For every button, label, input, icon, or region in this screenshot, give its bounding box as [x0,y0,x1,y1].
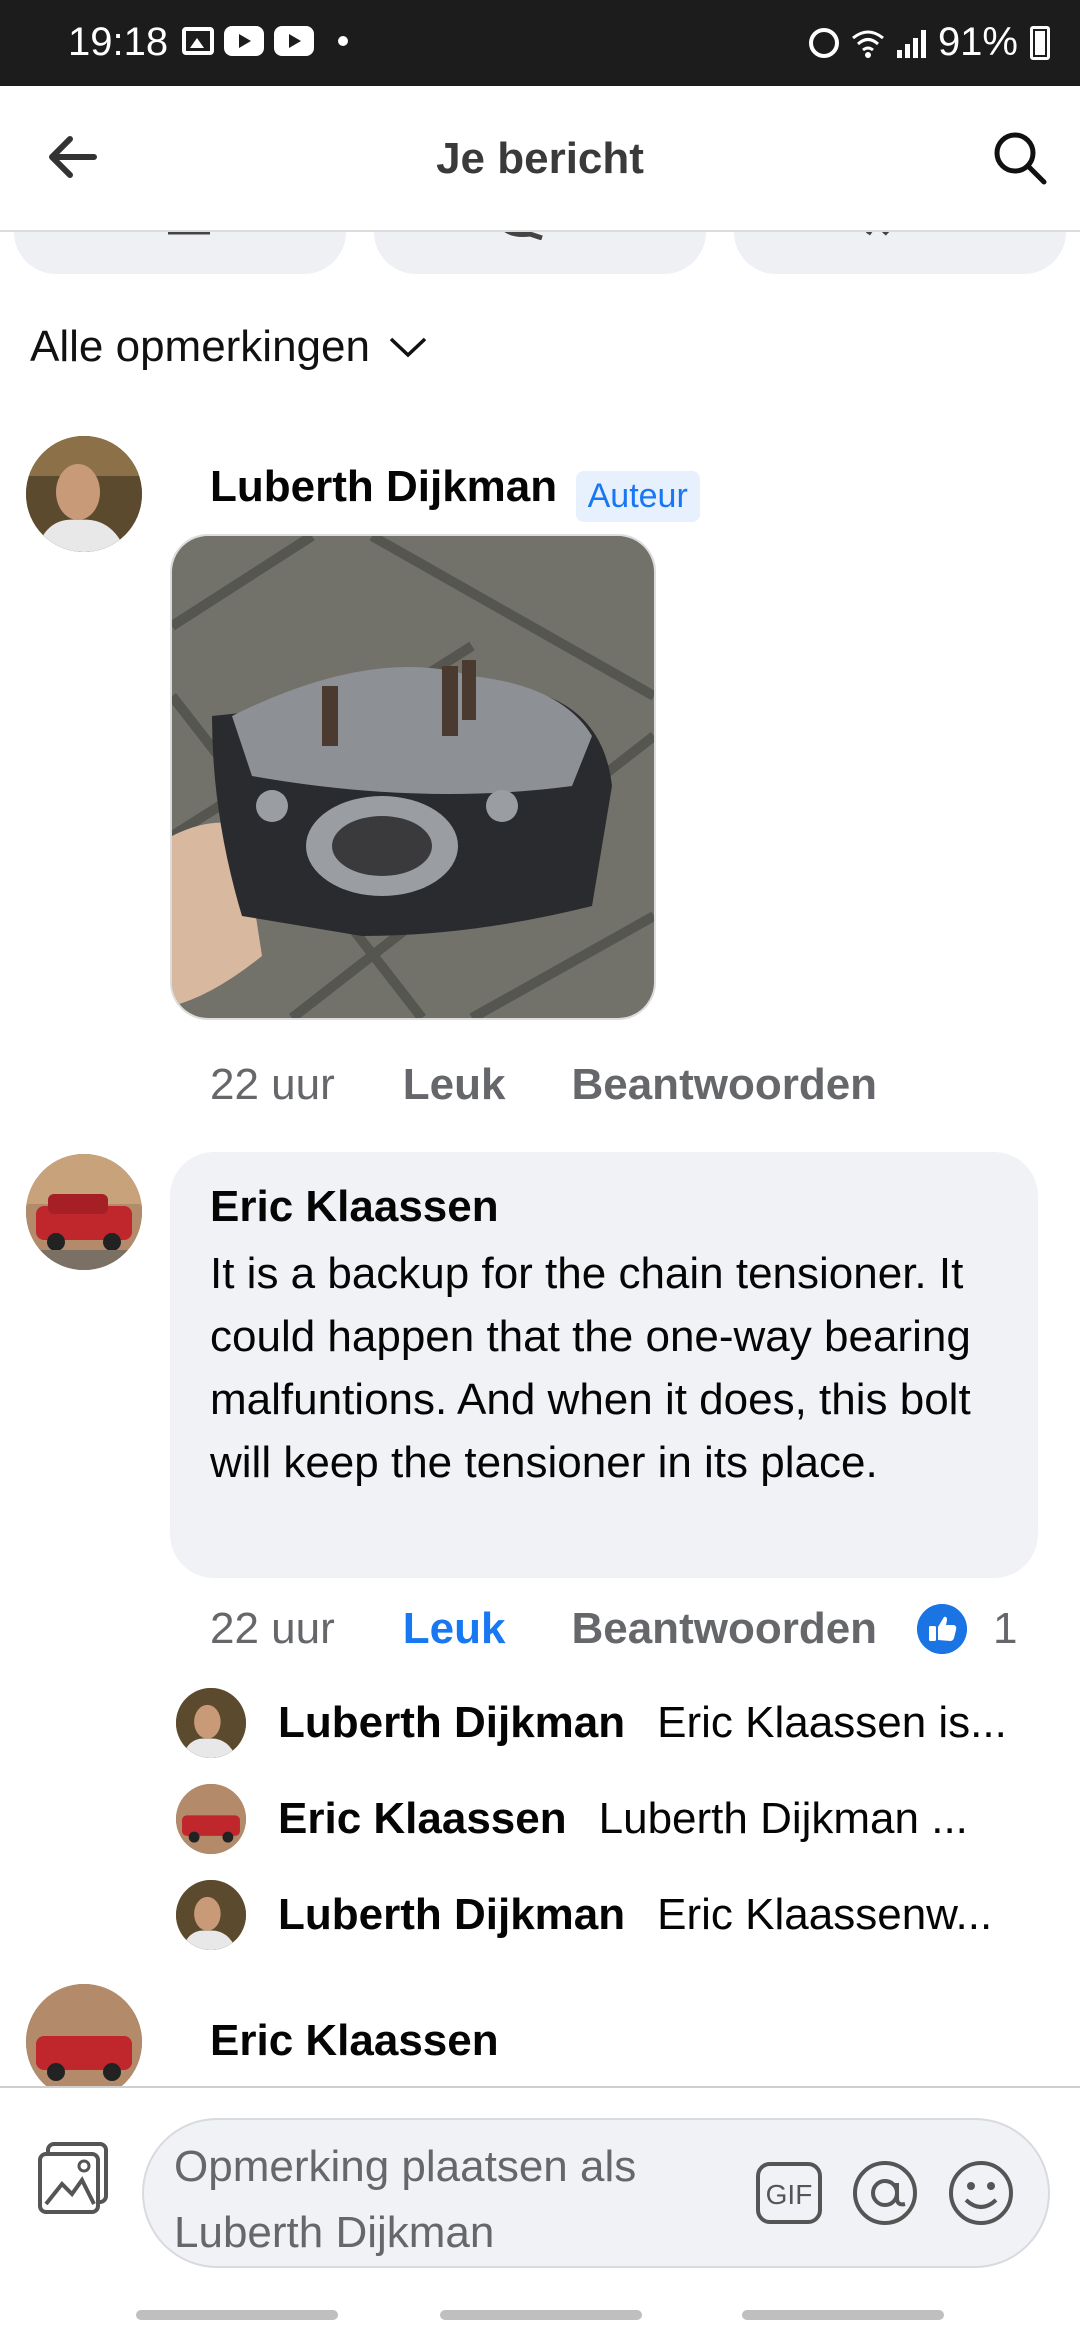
youtube-notification-icon [224,26,264,56]
like-link[interactable]: Leuk [403,1060,506,1110]
emoji-icon[interactable] [946,2158,1016,2228]
reply-text: Eric Klaassenw... [657,1890,993,1939]
commenter-name[interactable]: Eric Klaassen [210,2016,499,2066]
comment-filter-dropdown[interactable]: Alle opmerkingen [30,322,428,372]
status-bar: 19:18 91% [0,0,1080,86]
reply-link[interactable]: Beantwoorden [571,1604,877,1654]
avatar [176,1784,246,1854]
status-time: 19:18 [68,20,169,64]
reply-preview[interactable]: Luberth Dijkman Eric Klaassenw... [176,1880,992,1950]
mention-icon[interactable] [850,2158,920,2228]
reply-link[interactable]: Beantwoorden [571,1060,877,1110]
search-icon[interactable] [990,128,1050,188]
comment-input-placeholder: Opmerking plaatsen als Luberth Dijkman [174,2142,637,2257]
page-title: Je bericht [436,134,644,183]
avatar[interactable] [26,1154,142,1270]
reaction-count-number: 1 [993,1604,1018,1653]
avatar [176,1880,246,1950]
reaction-count[interactable]: 1 [917,1604,1018,1654]
alarm-icon [808,27,839,58]
comment-photo[interactable] [170,534,656,1020]
author-name[interactable]: Luberth Dijkman [210,462,557,511]
signal-icon [896,28,926,58]
avatar[interactable] [26,1984,142,2100]
post-author-row: Luberth Dijkman Auteur [210,462,700,523]
reply-author: Luberth Dijkman [278,1698,626,1747]
timestamp: 22 uur [210,1060,335,1109]
more-notifications-icon [338,36,348,46]
nav-recents-handle[interactable] [136,2310,338,2320]
svg-text:GIF: GIF [766,2179,813,2210]
comment-composer-bar: Opmerking plaatsen als Luberth Dijkman G… [0,2086,1080,2342]
reply-preview[interactable]: Luberth Dijkman Eric Klaassen is... [176,1688,1007,1758]
reply-author: Eric Klaassen [278,1794,567,1843]
commenter-name[interactable]: Eric Klaassen [210,1182,499,1232]
nav-home-handle[interactable] [440,2310,642,2320]
thumbs-up-icon [917,1604,968,1654]
comment-text: It is a backup for the chain tensioner. … [210,1249,971,1487]
reply-preview[interactable]: Eric Klaassen Luberth Dijkman ... [176,1784,968,1854]
like-link[interactable]: Leuk [403,1604,506,1654]
chevron-down-icon [389,337,427,358]
nav-back-handle[interactable] [742,2310,944,2320]
comment-input[interactable]: Opmerking plaatsen als Luberth Dijkman G… [142,2118,1050,2268]
battery-icon [1030,25,1050,60]
battery-percent: 91% [937,20,1018,64]
photo-gallery-icon[interactable] [34,2138,114,2218]
gif-icon[interactable]: GIF [754,2158,824,2228]
timestamp: 22 uur [210,1604,335,1653]
filter-label: Alle opmerkingen [30,322,370,371]
gallery-notification-icon [182,27,214,55]
avatar[interactable] [26,436,142,552]
notification-icons [182,26,348,56]
author-badge: Auteur [575,471,700,523]
reply-text: Eric Klaassen is... [657,1698,1007,1747]
comment-meta-row: 22 uur Leuk Beantwoorden 1 [210,1604,1080,1654]
post-meta-row: 22 uur Leuk Beantwoorden [210,1060,877,1110]
reply-author: Luberth Dijkman [278,1890,626,1939]
wifi-icon [852,30,884,58]
comment-bubble: Eric Klaassen It is a backup for the cha… [170,1152,1038,1578]
app-header: Je bericht [0,86,1080,232]
avatar [176,1688,246,1758]
youtube-notification-icon [274,26,314,56]
reply-text: Luberth Dijkman ... [598,1794,968,1843]
